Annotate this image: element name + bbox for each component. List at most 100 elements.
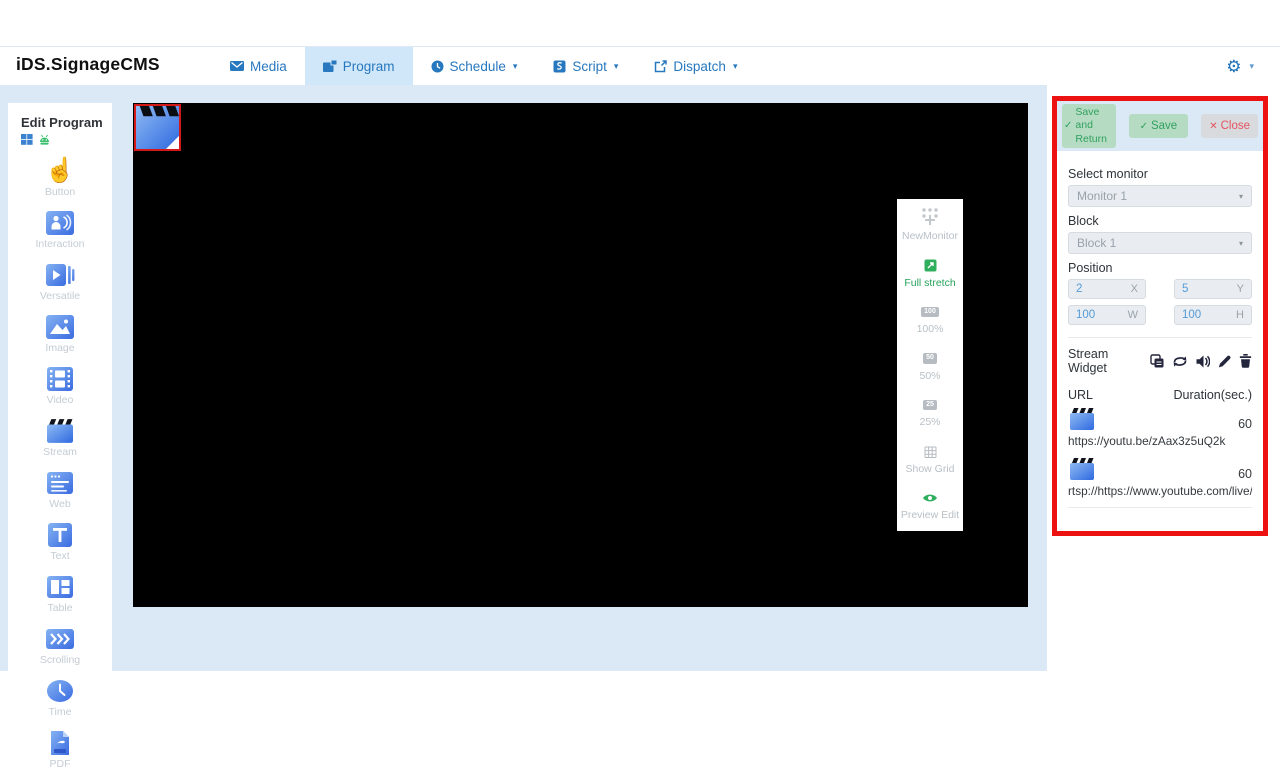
full-stretch-button[interactable]: Full stretch — [897, 258, 963, 289]
nav-item-program[interactable]: Program — [305, 47, 413, 85]
grid-icon — [897, 444, 963, 460]
loop-icon[interactable] — [1172, 355, 1188, 368]
position-x-field[interactable]: X — [1068, 279, 1146, 299]
sidebar-tool-pdf[interactable]: PDF — [8, 723, 112, 775]
nav-label: Schedule — [450, 59, 506, 74]
table-tool-icon — [8, 573, 112, 600]
sidebar-tool-interaction[interactable]: Interaction — [8, 203, 112, 255]
sidebar-tool-versatile[interactable]: Versatile — [8, 255, 112, 307]
url-header: URL — [1068, 388, 1093, 402]
stream-tool-icon — [8, 417, 112, 444]
position-h-field[interactable]: H — [1174, 305, 1252, 325]
position-h-suffix: H — [1236, 309, 1244, 321]
clapperboard-icon — [1068, 407, 1096, 431]
chevron-down-icon[interactable]: ▾ — [1249, 61, 1254, 72]
video-tool-icon — [8, 365, 112, 392]
zoom-100-button[interactable]: 100 100% — [897, 304, 963, 335]
position-h-input[interactable] — [1182, 309, 1224, 321]
clapperboard-icon — [1068, 457, 1096, 481]
save-and-return-button[interactable]: ✓ Save and Return — [1062, 104, 1116, 147]
preview-edit-button[interactable]: Preview Edit — [897, 490, 963, 521]
zoom-25-button[interactable]: 25 25% — [897, 397, 963, 428]
position-y-field[interactable]: Y — [1174, 279, 1252, 299]
sidebar-tool-time[interactable]: Time — [8, 671, 112, 723]
sidebar-tool-image[interactable]: Image — [8, 307, 112, 359]
block-label: Block — [1068, 214, 1252, 228]
nav-item-dispatch[interactable]: Dispatch ▾ — [636, 47, 755, 85]
interaction-tool-icon — [8, 209, 112, 236]
block-select[interactable]: Block 1 ▾ — [1068, 232, 1252, 254]
tool-label: Web — [8, 498, 112, 510]
platform-icons — [8, 132, 112, 151]
sidebar-title: Edit Program — [8, 103, 112, 132]
tool-label: Versatile — [8, 290, 112, 302]
nav-label: Program — [343, 59, 395, 74]
stream-widget-label: Stream Widget — [1068, 347, 1150, 375]
sidebar-tool-text[interactable]: Text — [8, 515, 112, 567]
tool-label: Interaction — [8, 238, 112, 250]
canvas-toolbar: NewMonitor Full stretch 100 100% 50 50% … — [897, 199, 963, 531]
toolbar-label: 25% — [897, 416, 963, 428]
duration-header: Duration(sec.) — [1174, 388, 1253, 402]
toolbar-label: Preview Edit — [897, 509, 963, 521]
close-button[interactable]: ✕ Close — [1201, 114, 1258, 138]
volume-icon[interactable] — [1196, 355, 1210, 368]
program-canvas[interactable] — [133, 103, 1028, 607]
sidebar-tool-stream[interactable]: Stream — [8, 411, 112, 463]
stream-entry[interactable]: 60 rtsp://https://www.youtube.com/live/o… — [1068, 457, 1252, 498]
nav-label: Dispatch — [673, 59, 726, 74]
nav-item-schedule[interactable]: Schedule ▾ — [413, 47, 536, 85]
stream-entry[interactable]: 60 https://youtu.be/zAax3z5uQ2k — [1068, 407, 1252, 448]
sidebar-tool-button[interactable]: ☝ Button — [8, 151, 112, 203]
edit-pencil-icon[interactable] — [1218, 355, 1231, 368]
gear-icon[interactable]: ⚙ — [1226, 58, 1241, 75]
sidebar-tool-table[interactable]: Table — [8, 567, 112, 619]
tool-label: Image — [8, 342, 112, 354]
nav-item-script[interactable]: Script ▾ — [535, 47, 636, 85]
monitor-select[interactable]: Monitor 1 ▾ — [1068, 185, 1252, 207]
brand-bold: iDS. — [16, 54, 51, 74]
brand-logo: iDS.SignageCMS — [16, 54, 160, 75]
nav-label: Media — [250, 59, 287, 74]
copy-icon[interactable] — [1150, 354, 1164, 368]
properties-panel: ✓ Save and Return ✓ Save ✕ Close Select … — [1052, 96, 1268, 536]
button-tool-icon: ☝ — [8, 157, 112, 184]
versatile-tool-icon — [8, 261, 112, 288]
zoom-50-button[interactable]: 50 50% — [897, 351, 963, 382]
nav-menu: Media Program Schedule ▾ Script ▾ Dispat… — [212, 47, 755, 85]
position-w-suffix: W — [1128, 309, 1138, 321]
new-monitor-icon — [897, 211, 963, 227]
clapperboard-icon — [136, 106, 179, 149]
chevron-down-icon: ▾ — [513, 61, 518, 72]
delete-trash-icon[interactable] — [1239, 354, 1252, 368]
nav-label: Script — [572, 59, 607, 74]
toolbar-label: Full stretch — [897, 277, 963, 289]
scrolling-tool-icon — [8, 625, 112, 652]
entry-duration: 60 — [1238, 467, 1252, 481]
position-y-input[interactable] — [1182, 283, 1224, 295]
sidebar-tool-video[interactable]: Video — [8, 359, 112, 411]
position-w-input[interactable] — [1076, 309, 1118, 321]
entry-duration: 60 — [1238, 417, 1252, 431]
show-grid-button[interactable]: Show Grid — [897, 444, 963, 475]
image-tool-icon — [8, 313, 112, 340]
nav-item-media[interactable]: Media — [212, 47, 305, 85]
new-monitor-button[interactable]: NewMonitor — [897, 211, 963, 242]
dispatch-icon — [654, 60, 667, 73]
brand-rest: SignageCMS — [51, 54, 160, 74]
position-x-input[interactable] — [1076, 283, 1118, 295]
stream-widget-row: Stream Widget — [1068, 347, 1252, 375]
media-icon — [230, 60, 244, 72]
save-button[interactable]: ✓ Save — [1129, 114, 1189, 138]
position-w-field[interactable]: W — [1068, 305, 1146, 325]
tool-label: Stream — [8, 446, 112, 458]
monitor-select-value: Monitor 1 — [1077, 189, 1127, 203]
text-tool-icon — [8, 521, 112, 548]
position-grid: X Y W H — [1068, 279, 1252, 325]
chevron-down-icon: ▾ — [614, 61, 619, 72]
block-select-value: Block 1 — [1077, 236, 1116, 250]
sidebar-tool-web[interactable]: Web — [8, 463, 112, 515]
android-icon — [38, 134, 51, 145]
stream-widget-on-canvas[interactable] — [134, 104, 181, 151]
sidebar-tool-scrolling[interactable]: Scrolling — [8, 619, 112, 671]
